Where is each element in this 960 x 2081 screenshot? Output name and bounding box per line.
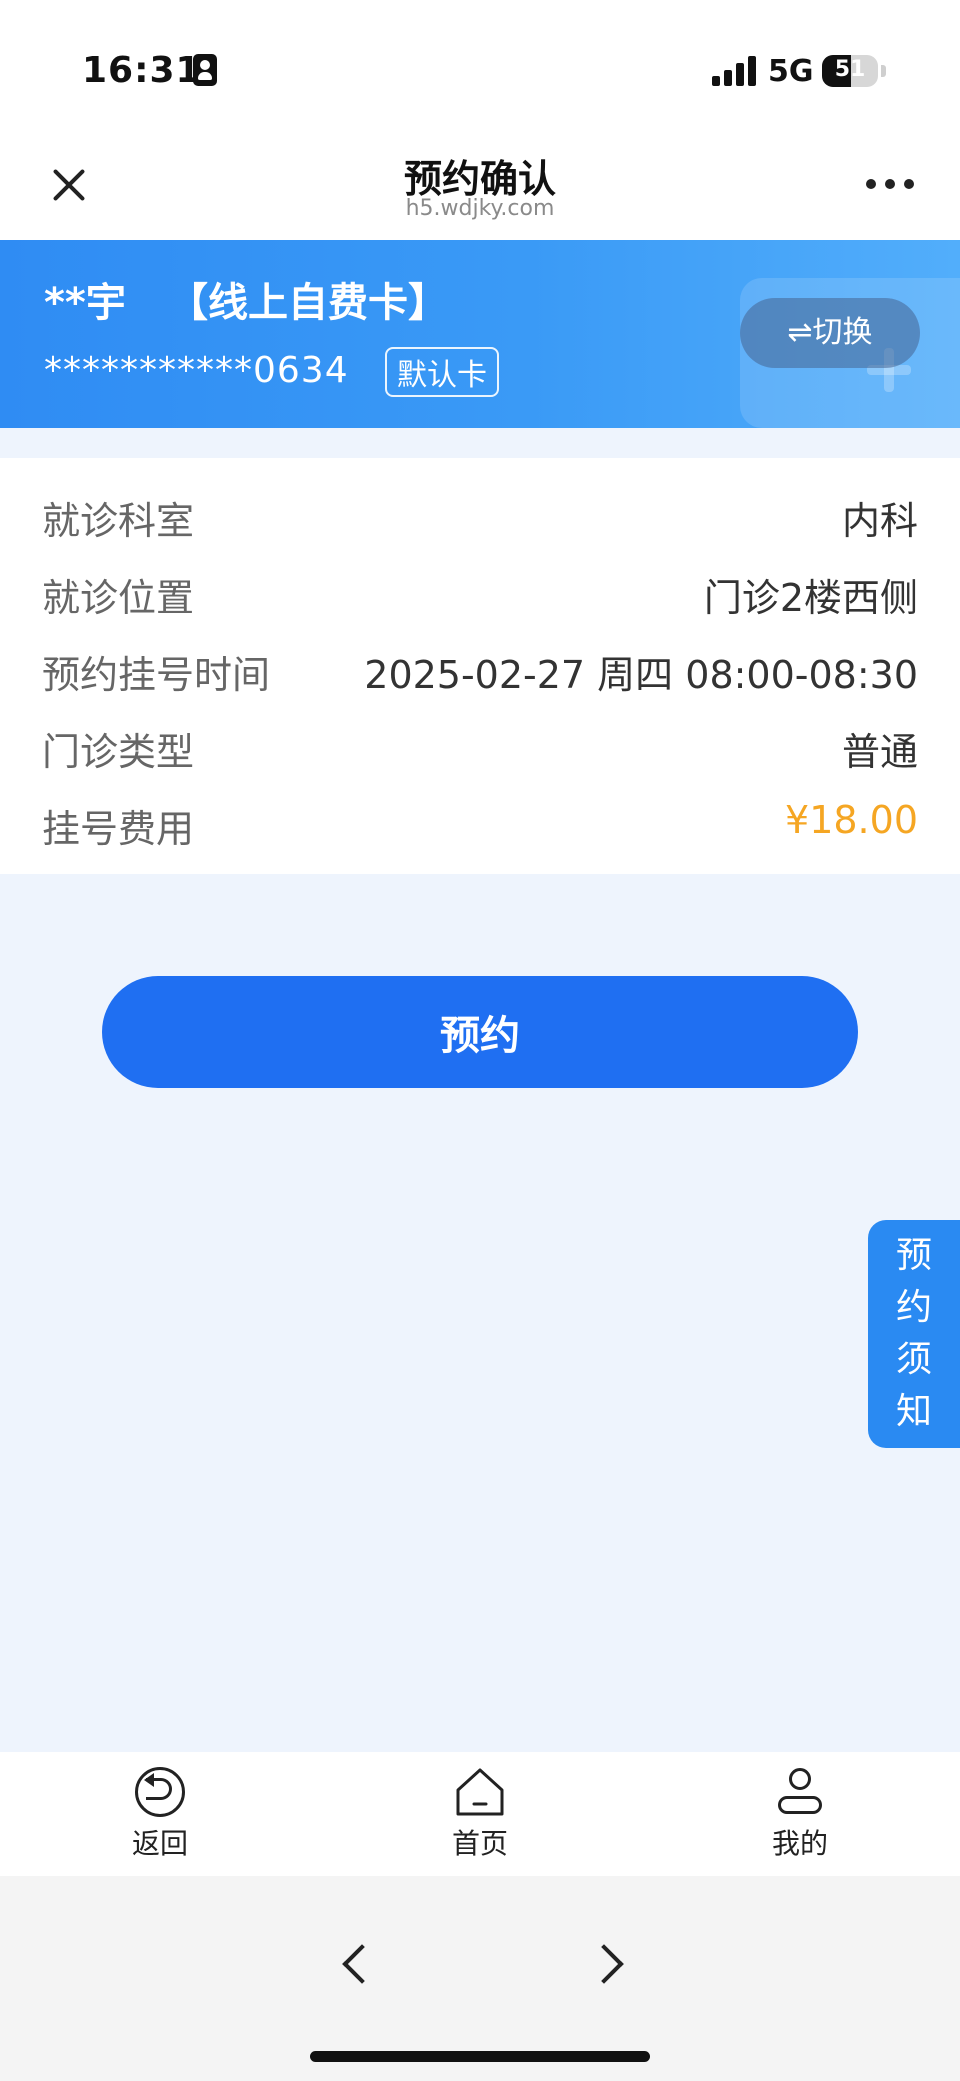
info-row-clinic-type: 门诊类型 普通 xyxy=(0,713,960,774)
info-label: 挂号费用 xyxy=(42,807,195,851)
network-label: 5G xyxy=(768,54,814,89)
back-circle-icon xyxy=(132,1766,188,1818)
info-label: 就诊位置 xyxy=(42,576,195,620)
page-url: h5.wdjky.com xyxy=(405,196,555,221)
user-icon xyxy=(772,1766,828,1818)
signal-icon xyxy=(712,56,756,86)
battery-level: 51 xyxy=(834,57,866,82)
tab-home[interactable]: 首页 xyxy=(400,1766,560,1866)
patient-name: **宇 xyxy=(44,280,126,326)
tab-mine[interactable]: 我的 xyxy=(720,1766,880,1866)
tab-label: 我的 xyxy=(771,1827,828,1860)
info-value: 普通 xyxy=(841,730,918,774)
booking-notice-tab[interactable]: 预 约 须 知 xyxy=(868,1220,960,1448)
tab-label: 首页 xyxy=(451,1827,508,1860)
bottom-tab-bar: 返回 首页 我的 xyxy=(0,1752,960,1876)
info-row-time: 预约挂号时间 2025-02-27 周四 08:00-08:30 xyxy=(0,636,960,697)
book-appointment-button[interactable]: 预约 xyxy=(102,976,858,1088)
home-icon xyxy=(452,1766,508,1818)
info-label: 就诊科室 xyxy=(42,499,195,543)
notice-char: 预 xyxy=(895,1235,932,1276)
chevron-left-icon[interactable] xyxy=(336,1936,376,1996)
chevron-right-icon[interactable] xyxy=(588,1936,628,1996)
info-row-fee: 挂号费用 ¥18.00 xyxy=(0,790,960,851)
card-number: ***********0634 xyxy=(44,350,349,391)
info-row-department: 就诊科室 内科 xyxy=(0,482,960,543)
tab-back[interactable]: 返回 xyxy=(80,1766,240,1866)
info-label: 预约挂号时间 xyxy=(42,653,271,697)
tab-label: 返回 xyxy=(131,1827,188,1860)
nav-bar: 预约确认 h5.wdjky.com xyxy=(0,140,960,240)
browser-toolbar xyxy=(0,1876,960,2081)
person-badge-icon xyxy=(193,54,217,86)
default-card-badge: 默认卡 xyxy=(385,347,499,397)
status-time: 16:31 xyxy=(82,50,202,91)
appointment-info: 就诊科室 内科 就诊位置 门诊2楼西侧 预约挂号时间 2025-02-27 周四… xyxy=(0,458,960,874)
info-value: 门诊2楼西侧 xyxy=(703,576,918,620)
switch-card-button[interactable]: ⇌切换 xyxy=(740,298,920,368)
more-button[interactable] xyxy=(866,176,914,192)
notice-char: 知 xyxy=(895,1391,932,1432)
notice-char: 约 xyxy=(895,1287,932,1328)
card-type: 【线上自费卡】 xyxy=(168,280,448,326)
info-value: 内科 xyxy=(841,499,918,543)
info-label: 门诊类型 xyxy=(42,730,195,774)
info-value: 2025-02-27 周四 08:00-08:30 xyxy=(364,653,918,697)
notice-char: 须 xyxy=(895,1339,932,1380)
battery-icon: 51 xyxy=(822,55,878,87)
status-bar: 16:31 5G 51 xyxy=(0,0,960,140)
info-row-location: 就诊位置 门诊2楼西侧 xyxy=(0,559,960,620)
fee-value: ¥18.00 xyxy=(785,798,918,842)
page-title: 预约确认 xyxy=(403,157,556,201)
home-indicator xyxy=(310,2051,650,2062)
battery-nub xyxy=(881,65,886,77)
patient-card-banner: **宇 【线上自费卡】 ***********0634 默认卡 ⇌切换 xyxy=(0,240,960,428)
